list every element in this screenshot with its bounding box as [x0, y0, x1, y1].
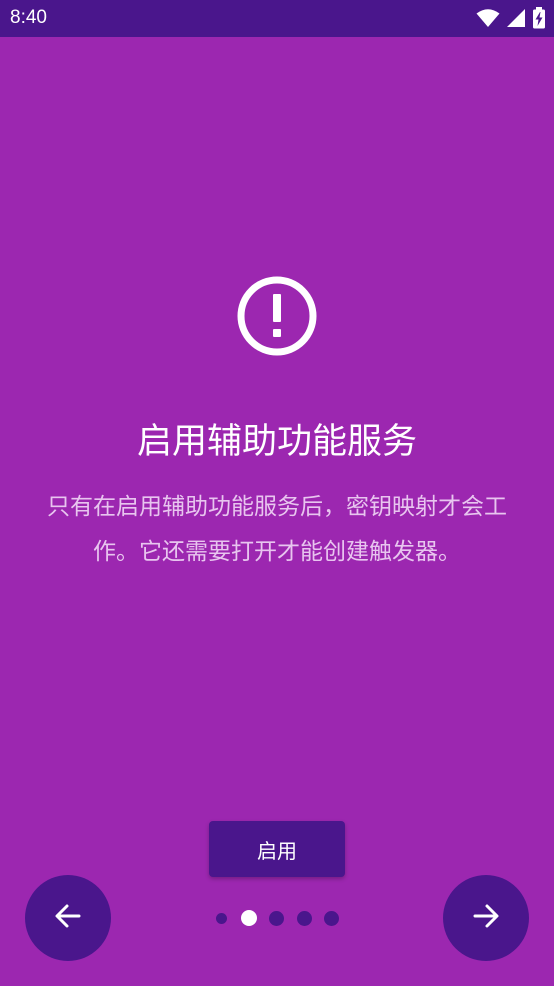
enable-button[interactable]: 启用	[209, 821, 345, 877]
arrow-left-icon	[52, 900, 84, 936]
wifi-icon	[476, 8, 500, 28]
description-line: 作。它还需要打开才能创建触发器。	[93, 539, 461, 565]
page-dot[interactable]	[216, 913, 227, 924]
page-dot[interactable]	[297, 910, 312, 926]
alert-circle-icon	[236, 275, 318, 357]
status-icons	[476, 7, 546, 29]
page-dot-active[interactable]	[241, 910, 257, 926]
status-time: 8:40	[10, 7, 47, 28]
page-title: 启用辅助功能服务	[136, 422, 417, 462]
battery-icon	[532, 7, 546, 29]
arrow-right-icon	[470, 900, 502, 936]
page-dot[interactable]	[269, 910, 284, 926]
next-button[interactable]	[443, 875, 529, 961]
status-bar: 8:40	[0, 0, 554, 37]
previous-button[interactable]	[25, 875, 111, 961]
signal-icon	[506, 8, 526, 28]
page-description: 只有在启用辅助功能服务后，密钥映射才会工 作。它还需要打开才能创建触发器。	[24, 485, 530, 575]
page-indicator	[213, 909, 343, 927]
page-dot[interactable]	[324, 910, 339, 926]
description-line: 只有在启用辅助功能服务后，密钥映射才会工	[47, 494, 507, 520]
